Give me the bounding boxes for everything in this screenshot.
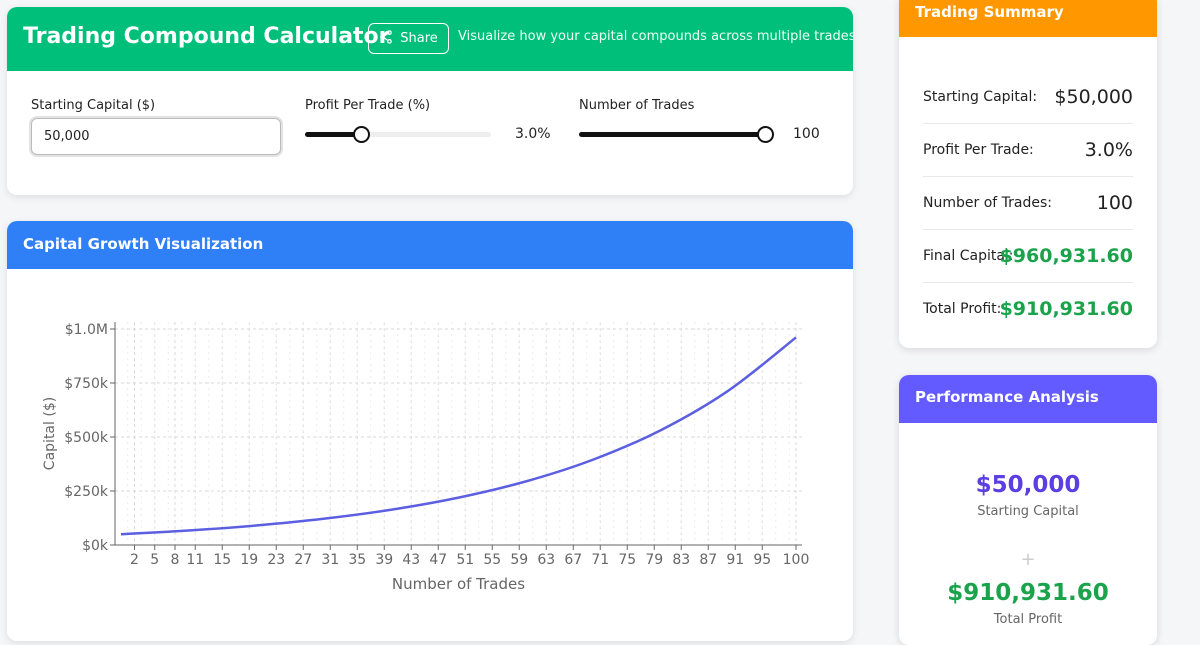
summary-row-total-profit: Total Profit: $910,931.60: [923, 283, 1133, 336]
x-tick-label: 35: [348, 552, 366, 568]
x-tick-label: 15: [213, 552, 231, 568]
x-tick-label: 91: [726, 552, 744, 568]
x-tick-label: 79: [645, 552, 663, 568]
summary-value: 3.0%: [1084, 139, 1133, 161]
performance-starting-value: $50,000: [975, 472, 1081, 498]
y-tick-label: $1.0M: [65, 322, 108, 338]
y-tick-label: $500k: [64, 430, 109, 446]
summary-row-number-of-trades: Number of Trades: 100: [923, 177, 1133, 230]
summary-value: $960,931.60: [999, 245, 1133, 267]
performance-profit-value: $910,931.60: [947, 580, 1109, 606]
performance-starting-label: Starting Capital: [977, 504, 1079, 519]
x-tick-label: 67: [564, 552, 582, 568]
y-tick-label: $0k: [82, 538, 109, 554]
profit-per-trade-label: Profit Per Trade (%): [305, 98, 431, 113]
number-of-trades-label: Number of Trades: [579, 98, 695, 113]
y-tick-label: $750k: [64, 376, 109, 392]
x-tick-label: 75: [618, 552, 636, 568]
x-tick-label: 59: [510, 552, 528, 568]
x-tick-label: 43: [402, 552, 420, 568]
x-tick-label: 47: [429, 552, 447, 568]
summary-label: Profit Per Trade:: [923, 142, 1034, 158]
x-tick-label: 63: [537, 552, 555, 568]
x-tick-label: 23: [267, 552, 285, 568]
performance-header: Performance Analysis: [899, 375, 1157, 423]
summary-value: 100: [1096, 192, 1133, 214]
profit-per-trade-value: 3.0%: [515, 126, 551, 142]
summary-row-profit-per-trade: Profit Per Trade: 3.0%: [923, 124, 1133, 177]
x-tick-label: 95: [753, 552, 771, 568]
x-tick-label: 19: [240, 552, 258, 568]
summary-row-final-capital: Final Capital: $960,931.60: [923, 230, 1133, 283]
starting-capital-input[interactable]: [31, 118, 281, 155]
x-tick-label: 55: [483, 552, 501, 568]
performance-analysis-card: Performance Analysis $50,000 Starting Ca…: [899, 375, 1157, 645]
summary-label: Number of Trades:: [923, 195, 1052, 211]
trades-slider-fill: [579, 132, 765, 137]
x-axis-label: Number of Trades: [392, 575, 525, 593]
y-axis-label: Capital ($): [42, 397, 58, 470]
calculator-card: Trading Compound Calculator Share Visual…: [7, 7, 853, 195]
trading-summary-card: Trading Summary Starting Capital: $50,00…: [899, 0, 1157, 348]
chart-header: Capital Growth Visualization: [7, 221, 853, 269]
summary-header: Trading Summary: [899, 0, 1157, 37]
x-tick-label: 71: [591, 552, 609, 568]
chart-title: Capital Growth Visualization: [23, 235, 264, 253]
calculator-header: Trading Compound Calculator Share Visual…: [7, 7, 853, 71]
tagline: Visualize how your capital compounds acr…: [458, 29, 853, 44]
summary-value: $50,000: [1054, 86, 1133, 108]
x-tick-label: 31: [321, 552, 339, 568]
performance-title: Performance Analysis: [915, 388, 1099, 406]
x-tick-label: 83: [672, 552, 690, 568]
summary-title: Trading Summary: [915, 3, 1064, 21]
summary-row-starting-capital: Starting Capital: $50,000: [923, 71, 1133, 124]
share-icon: [379, 29, 393, 48]
profit-per-trade-slider[interactable]: [305, 126, 491, 143]
x-tick-label: 5: [150, 552, 159, 568]
performance-profit-label: Total Profit: [993, 612, 1063, 627]
x-tick-label: 100: [783, 552, 810, 568]
x-tick-label: 51: [456, 552, 474, 568]
plus-icon: +: [1020, 549, 1036, 570]
x-tick-label: 27: [294, 552, 312, 568]
app-title: Trading Compound Calculator: [23, 24, 390, 49]
profit-slider-thumb[interactable]: [353, 126, 370, 143]
y-tick-label: $250k: [64, 484, 109, 500]
capital-growth-chart: 2 5 8 11 15 19 23 27 31 35 39 43 47 51 55 59 63 67 71 75 79 8…: [42, 322, 810, 593]
number-of-trades-value: 100: [793, 126, 820, 142]
x-tick-label: 39: [375, 552, 393, 568]
share-button[interactable]: Share: [368, 23, 449, 54]
share-label: Share: [400, 31, 438, 46]
x-tick-label: 11: [186, 552, 204, 568]
summary-label: Total Profit:: [923, 301, 1002, 317]
chart-card: Capital Growth Visualization 2 5 8 11 15 19 23…: [7, 221, 853, 641]
x-tick-label: 2: [130, 552, 139, 568]
x-tick-label: 8: [171, 552, 180, 568]
starting-capital-label: Starting Capital ($): [31, 98, 156, 113]
summary-label: Starting Capital:: [923, 89, 1038, 105]
summary-value: $910,931.60: [999, 298, 1133, 320]
number-of-trades-slider[interactable]: [579, 126, 774, 143]
x-tick-label: 87: [699, 552, 717, 568]
trades-slider-thumb[interactable]: [757, 126, 774, 143]
